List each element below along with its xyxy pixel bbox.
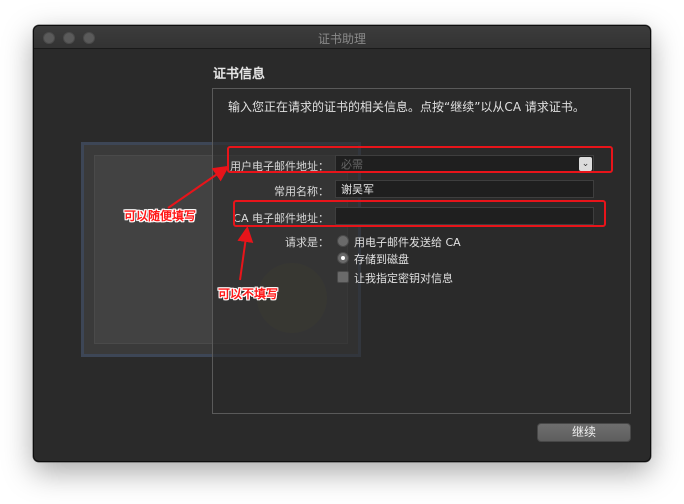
request-label: 请求是： [285, 236, 329, 249]
email-to-ca-radio[interactable] [337, 235, 349, 247]
title-bar: 证书助理 [34, 26, 650, 49]
intro-text: 输入您正在请求的证书的相关信息。点按“继续”以从CA 请求证书。 [228, 100, 585, 114]
key-pair-checkbox[interactable] [337, 271, 349, 283]
save-to-disk-radio[interactable] [337, 252, 349, 264]
highlight-ca-email-row [233, 200, 606, 227]
email-to-ca-option-label[interactable]: 用电子邮件发送给 CA [354, 234, 461, 250]
annotation-optional: 可以不填写 [218, 287, 279, 301]
continue-button[interactable]: 继续 [537, 423, 631, 442]
common-name-field[interactable]: 谢吴军 [335, 180, 594, 198]
section-title: 证书信息 [213, 67, 266, 82]
common-name-label: 常用名称： [274, 185, 329, 198]
window-title: 证书助理 [317, 32, 366, 46]
form-panel: 输入您正在请求的证书的相关信息。点按“继续”以从CA 请求证书。 用户电子邮件地… [212, 88, 631, 414]
certificate-assistant-window: 证书助理 证书信息 输入您正在请求的证书的相关信息。点按“继续”以从CA 请求证… [33, 25, 651, 462]
annotation-free-fill: 可以随便填写 [124, 209, 197, 223]
save-to-disk-option-label[interactable]: 存储到磁盘 [354, 251, 409, 267]
highlight-email-row [227, 146, 613, 173]
key-pair-option-label[interactable]: 让我指定密钥对信息 [354, 270, 453, 286]
